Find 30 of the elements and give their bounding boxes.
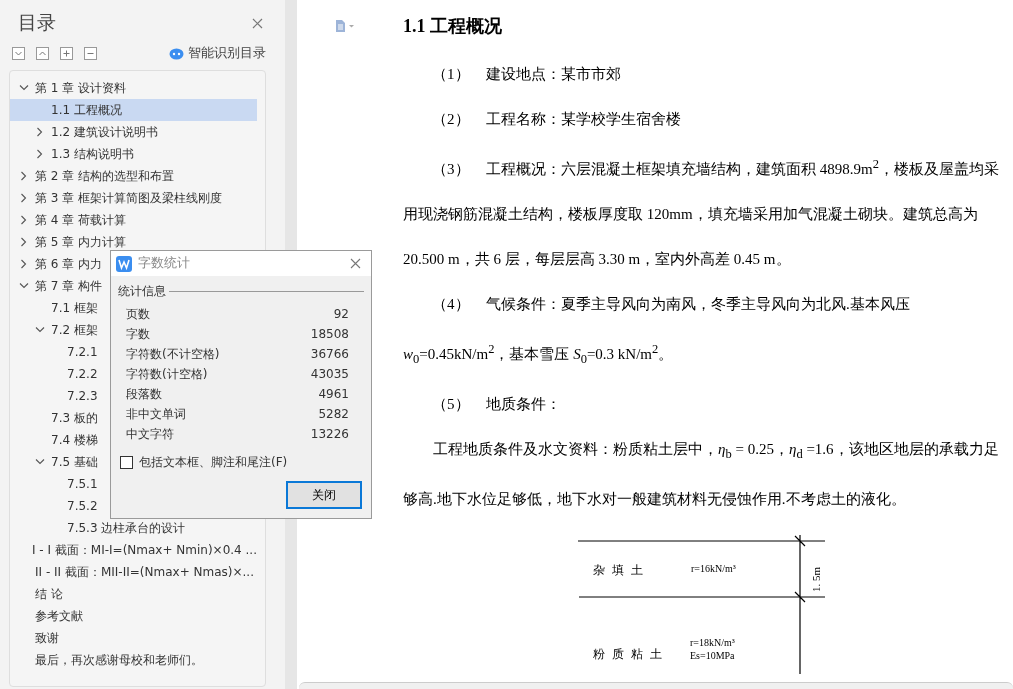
numbered-paragraph: （4） 气候条件：夏季主导风向为南风，冬季主导风向为北风.基本风压 w$_{0}$=0.45kN/m$^{2}$，基本雪压 S$_{0}$=0.3 kN/m$^{2}$。 — [403, 295, 911, 368]
stat-value: 43035 — [310, 367, 349, 381]
layer-thickness: 1. 5m — [810, 566, 822, 592]
soil-property: r=18kN/m³ — [690, 637, 735, 648]
stat-label: 非中文单词 — [126, 405, 186, 423]
stat-label: 字符数(计空格) — [126, 365, 208, 383]
numbered-paragraph: （5） 地质条件： — [431, 395, 562, 414]
stat-value: 4961 — [318, 387, 349, 401]
numbered-paragraph: （2） 工程名称：某学校学生宿舍楼 — [431, 110, 682, 129]
stat-label: 字数 — [126, 325, 150, 343]
stat-value: 18508 — [310, 327, 349, 341]
stat-label: 中文字符 — [126, 425, 174, 443]
stat-value: 92 — [333, 307, 349, 321]
soil-property: Es=10MPa — [690, 650, 735, 661]
paragraph-text: 工程地质条件及水文资料：粉质粘土层中，η$_{b}$ = 0.25，η$_{d}$ =1.6，该地区地层的承载力足够高.地下水位足够低，地下水对一般建筑材料无侵蚀作用.不考虑土的液化。 — [403, 440, 1000, 509]
stat-value: 5282 — [318, 407, 349, 421]
numbered-paragraph: （1） 建设地点：某市市郊 — [431, 65, 622, 84]
soil-property: r=16kN/m³ — [691, 563, 736, 574]
stat-label: 字符数(不计空格) — [126, 345, 220, 363]
stat-label: 段落数 — [126, 385, 162, 403]
soil-layer-name: 杂 填 土 — [593, 563, 645, 577]
dialog-title: 字数统计 — [138, 255, 191, 272]
numbered-paragraph: （3） 工程概况：六层混凝土框架填充墙结构，建筑面积 4898.9m$^{2}$，楼板及屋盖均采用现浇钢筋混凝土结构，楼板厚度取 120mm，填充墙采用加气混凝土砌块。建筑总高为 20.500 m，共 6 层，每层层高 3.30 m，室内外高差 0.45 m。 — [403, 156, 1000, 269]
stat-label: 页数 — [126, 305, 150, 323]
stat-value: 13226 — [310, 427, 349, 441]
group-label: 统计信息 — [118, 283, 166, 300]
panel-title: 目录 — [18, 10, 56, 35]
stat-value: 36766 — [310, 347, 349, 361]
soil-layer-name: 粉 质 粘 土 — [593, 647, 664, 661]
section-heading: 1.1 工程概况 — [403, 15, 503, 38]
